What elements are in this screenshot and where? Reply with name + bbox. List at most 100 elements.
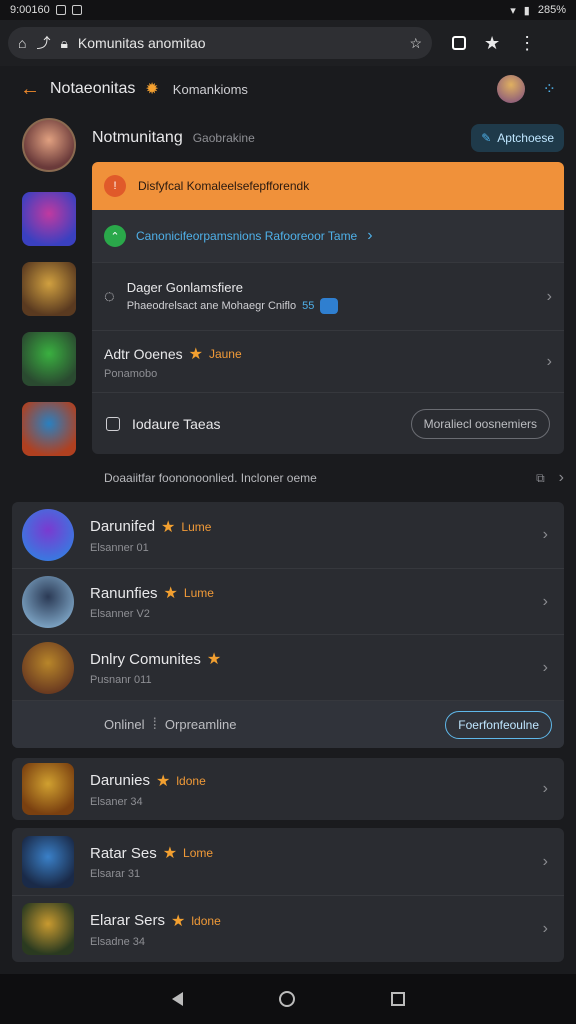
community-link-row[interactable]: ⌃ Canonicifeorpamsnions Rafooreoor Tame … <box>92 210 564 262</box>
info-badge: 55 <box>302 299 315 312</box>
status-time: 9:00160 <box>10 4 50 16</box>
bookmark-star-icon[interactable]: ☆ <box>409 35 422 52</box>
chevron-right-icon: › <box>367 227 373 244</box>
profile-secondary: Gaobrakine <box>192 131 255 145</box>
url-text[interactable]: Komunitas anomitao <box>78 35 400 51</box>
share-icon[interactable]: ⤴ <box>36 33 50 53</box>
battery-icon: ▮ <box>523 4 530 17</box>
chevron-right-icon: › <box>542 658 548 676</box>
game-title: Adtr Ooenes <box>104 345 183 362</box>
tabs-icon[interactable] <box>452 36 466 50</box>
chevron-right-icon: › <box>546 352 552 370</box>
info-title: Dager Gonlamsfiere <box>126 279 244 295</box>
community-row[interactable]: Darunifed ★ Lume Elsanner 01 › <box>12 502 564 568</box>
more-menu-icon[interactable]: ⋮ <box>518 33 536 54</box>
star-icon: ★ <box>171 912 186 930</box>
community-title: Ranunfies <box>90 584 158 602</box>
chevron-right-icon[interactable]: › <box>559 469 564 487</box>
home-icon[interactable] <box>278 991 295 1007</box>
checkbox-icon[interactable] <box>106 416 120 431</box>
side-game-icon[interactable] <box>22 262 76 316</box>
community-avatar[interactable] <box>22 575 74 628</box>
game-tag: Jaune <box>208 346 242 361</box>
toggle-row: Iodaure Taeas Moraliecl oosnemiers <box>92 392 564 454</box>
community-subtitle: Elsanner V2 <box>90 608 150 620</box>
grid-menu-icon[interactable]: ⁘ <box>543 79 556 99</box>
online-row: Onlinel ⁞ Orpreamline Foerfonfeoulne <box>12 700 564 748</box>
profile-avatar[interactable] <box>22 118 76 172</box>
chat-icon: ◌ <box>104 286 115 306</box>
community-row[interactable]: Darunies ★ ldone Elsaner 34 › <box>12 758 564 820</box>
aptchoese-button[interactable]: ✎ Aptchoese <box>471 124 564 152</box>
user-avatar[interactable] <box>496 75 525 103</box>
star-icon: ★ <box>188 345 203 363</box>
edit-icon: ✎ <box>481 131 492 145</box>
online-button[interactable]: Foerfonfeoulne <box>445 710 552 739</box>
chevron-right-icon: › <box>546 287 552 305</box>
toggle-label: Iodaure Taeas <box>132 415 221 432</box>
community-tag: ldone <box>176 773 206 788</box>
community-avatar[interactable] <box>22 763 74 815</box>
star-icon[interactable]: ★ <box>484 33 500 54</box>
community-title: Darunies <box>90 772 151 789</box>
star-icon: ★ <box>161 518 176 536</box>
moraliecl-button[interactable]: Moraliecl oosnemiers <box>410 408 550 439</box>
chevron-right-icon: › <box>542 526 548 543</box>
community-title: Ratar Ses <box>90 844 157 862</box>
community-title: Elarar Sers <box>90 912 166 929</box>
community-row[interactable]: Ranunfies ★ Lume Elsanner V2 › <box>12 568 564 634</box>
community-avatar[interactable] <box>22 903 74 955</box>
community-avatar[interactable] <box>22 641 74 694</box>
community-list-a: Darunifed ★ Lume Elsanner 01 › Ranunfies ★ Lume… <box>12 502 564 748</box>
game-row[interactable]: Adtr Ooenes ★ Jaune Ponamobo › <box>92 330 564 392</box>
side-game-icon[interactable] <box>22 332 76 386</box>
browser-toolbar: ⌂ ⤴ 🔒︎ Komunitas anomitao ☆ ★ ⋮ <box>0 20 576 66</box>
section-header: Doaaiitfar foononoonlied. Incloner oeme … <box>104 466 564 490</box>
star-icon: ★ <box>163 585 178 602</box>
home-icon[interactable]: ⌂ <box>18 35 26 51</box>
community-row[interactable]: Elarar Sers ★ ldone Elsadne 34 › <box>12 895 564 962</box>
community-avatar[interactable] <box>22 835 74 888</box>
community-tag: Lume <box>183 586 214 600</box>
community-subtitle: Pusnanr 011 <box>90 674 152 686</box>
online-label: Onlinel <box>104 717 145 732</box>
chevron-right-icon: › <box>542 852 548 870</box>
community-tag: Lume <box>181 519 212 534</box>
community-subtitle: Elsaner 34 <box>90 795 143 808</box>
community-icon: ⌃ <box>104 225 126 247</box>
community-subtitle: Elsadne 34 <box>90 935 146 948</box>
external-link-icon[interactable]: ⧉ <box>536 471 545 486</box>
back-arrow-icon[interactable]: ← <box>20 78 40 101</box>
side-game-icon[interactable] <box>22 192 76 246</box>
url-field[interactable]: ⌂ ⤴ 🔒︎ Komunitas anomitao ☆ <box>8 27 432 59</box>
page-title: Notaeonitas <box>50 80 136 97</box>
chevron-right-icon: › <box>542 780 548 797</box>
back-icon[interactable] <box>171 992 183 1006</box>
notification-icon <box>55 5 66 15</box>
star-icon: ★ <box>156 772 171 790</box>
aptchoese-label: Aptchoese <box>497 131 554 145</box>
community-row[interactable]: Dnlry Comunites ★ Pusnanr 011 › <box>12 634 564 700</box>
alert-text: Disfyfcal Komaleelsefepfforendk <box>138 179 310 193</box>
app-icon <box>71 5 82 15</box>
system-nav-bar <box>0 974 576 1024</box>
community-list-b: Darunies ★ ldone Elsaner 34 › <box>12 758 564 820</box>
community-link-text[interactable]: Canonicifeorpamsnions Rafooreoor Tame <box>136 229 357 243</box>
profile-name: Notmunitang <box>92 129 183 146</box>
alert-banner[interactable]: ! Disfyfcal Komaleelsefepfforendk <box>92 162 564 210</box>
community-tag: ldone <box>191 913 221 928</box>
battery-level: 285% <box>537 4 566 16</box>
recents-icon[interactable] <box>390 992 405 1006</box>
community-subtitle: Elsanner 01 <box>90 541 149 554</box>
side-game-icon[interactable] <box>22 402 76 456</box>
community-title: Darunifed <box>90 518 156 535</box>
info-row[interactable]: ◌ Dager Gonlamsfiere Phaeodrelsact ane M… <box>92 262 564 330</box>
community-title: Dnlry Comunites <box>90 650 201 668</box>
community-avatar[interactable] <box>22 509 74 561</box>
status-bar: 9:00160 ▾ ▮ 285% <box>0 0 576 20</box>
community-row[interactable]: Ratar Ses ★ Lome Elsarar 31 › <box>12 828 564 895</box>
star-icon: ★ <box>162 845 178 862</box>
info-badge-icon <box>320 297 339 314</box>
community-list-c: Ratar Ses ★ Lome Elsarar 31 › Elarar Sers ★ ldo… <box>12 828 564 962</box>
lock-icon: 🔒︎ <box>60 34 68 51</box>
